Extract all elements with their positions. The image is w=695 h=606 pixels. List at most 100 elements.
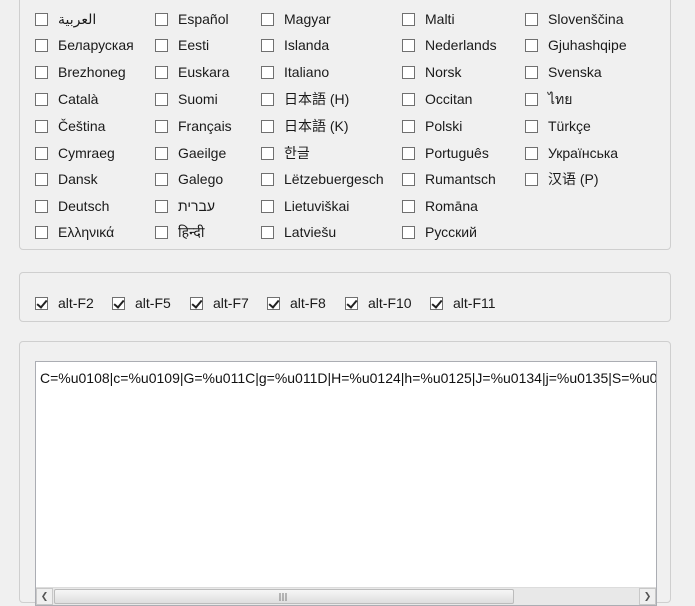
checkbox-language[interactable]: Eesti bbox=[155, 35, 209, 55]
checkbox-box-checked[interactable] bbox=[267, 296, 280, 310]
checkbox-box[interactable] bbox=[525, 146, 538, 160]
checkbox-language[interactable]: Italiano bbox=[261, 62, 329, 82]
mapping-text[interactable]: C=%u0108|c=%u0109|G=%u011C|g=%u011D|H=%u… bbox=[40, 370, 656, 386]
checkbox-box[interactable] bbox=[35, 119, 48, 133]
checkbox-box[interactable] bbox=[155, 92, 168, 106]
checkbox-box-checked[interactable] bbox=[430, 296, 443, 310]
checkbox-language[interactable]: Gaeilge bbox=[155, 143, 226, 163]
checkbox-box[interactable] bbox=[155, 38, 168, 52]
checkbox-language[interactable]: Ελληνικά bbox=[35, 222, 114, 242]
checkbox-box[interactable] bbox=[525, 12, 538, 26]
checkbox-alt-f10[interactable]: alt-F10 bbox=[345, 293, 412, 313]
checkbox-box[interactable] bbox=[402, 172, 415, 186]
checkbox-box[interactable] bbox=[35, 92, 48, 106]
checkbox-language[interactable]: Čeština bbox=[35, 116, 105, 136]
checkbox-language[interactable]: Українська bbox=[525, 143, 618, 163]
checkbox-language[interactable]: Gjuhashqipe bbox=[525, 35, 627, 55]
checkbox-box[interactable] bbox=[35, 38, 48, 52]
checkbox-language[interactable]: Brezhoneg bbox=[35, 62, 126, 82]
checkbox-language[interactable]: Nederlands bbox=[402, 35, 497, 55]
checkbox-box[interactable] bbox=[525, 38, 538, 52]
checkbox-box[interactable] bbox=[261, 146, 274, 160]
checkbox-box[interactable] bbox=[402, 38, 415, 52]
checkbox-box[interactable] bbox=[525, 172, 538, 186]
checkbox-language[interactable]: Deutsch bbox=[35, 196, 109, 216]
checkbox-box[interactable] bbox=[402, 65, 415, 79]
checkbox-box[interactable] bbox=[402, 199, 415, 213]
checkbox-language[interactable]: Polski bbox=[402, 116, 462, 136]
checkbox-box[interactable] bbox=[35, 65, 48, 79]
checkbox-box[interactable] bbox=[35, 146, 48, 160]
checkbox-language[interactable]: Lëtzebuergesch bbox=[261, 169, 384, 189]
checkbox-language[interactable]: Galego bbox=[155, 169, 223, 189]
checkbox-language[interactable]: 日本語 (K) bbox=[261, 116, 349, 136]
checkbox-alt-f8[interactable]: alt-F8 bbox=[267, 293, 326, 313]
checkbox-box[interactable] bbox=[155, 172, 168, 186]
checkbox-language[interactable]: 日本語 (H) bbox=[261, 89, 349, 109]
checkbox-box[interactable] bbox=[402, 119, 415, 133]
checkbox-language[interactable]: Svenska bbox=[525, 62, 602, 82]
checkbox-box[interactable] bbox=[261, 38, 274, 52]
checkbox-box-checked[interactable] bbox=[35, 296, 48, 310]
checkbox-language[interactable]: ไทย bbox=[525, 89, 572, 109]
checkbox-box[interactable] bbox=[261, 199, 274, 213]
checkbox-box[interactable] bbox=[525, 65, 538, 79]
checkbox-language[interactable]: Dansk bbox=[35, 169, 98, 189]
checkbox-box[interactable] bbox=[155, 146, 168, 160]
checkbox-language[interactable]: Islanda bbox=[261, 35, 329, 55]
scroll-right-icon[interactable]: ❯ bbox=[639, 588, 656, 605]
checkbox-language[interactable]: 한글 bbox=[261, 143, 310, 163]
checkbox-box[interactable] bbox=[402, 12, 415, 26]
checkbox-box-checked[interactable] bbox=[112, 296, 125, 310]
checkbox-language[interactable]: Magyar bbox=[261, 9, 331, 29]
checkbox-box[interactable] bbox=[525, 119, 538, 133]
checkbox-box[interactable] bbox=[155, 225, 168, 239]
checkbox-box[interactable] bbox=[402, 92, 415, 106]
checkbox-language[interactable]: Français bbox=[155, 116, 232, 136]
checkbox-language[interactable]: Slovenščina bbox=[525, 9, 624, 29]
checkbox-language[interactable]: Español bbox=[155, 9, 229, 29]
checkbox-alt-f7[interactable]: alt-F7 bbox=[190, 293, 249, 313]
checkbox-language[interactable]: Rumantsch bbox=[402, 169, 496, 189]
scroll-left-icon[interactable]: ❮ bbox=[36, 588, 53, 605]
checkbox-box[interactable] bbox=[261, 172, 274, 186]
checkbox-alt-f11[interactable]: alt-F11 bbox=[430, 293, 496, 313]
checkbox-box[interactable] bbox=[525, 92, 538, 106]
checkbox-language[interactable]: Occitan bbox=[402, 89, 472, 109]
checkbox-language[interactable]: Malti bbox=[402, 9, 455, 29]
checkbox-language[interactable]: Türkçe bbox=[525, 116, 591, 136]
checkbox-box[interactable] bbox=[261, 65, 274, 79]
checkbox-box[interactable] bbox=[402, 225, 415, 239]
checkbox-box[interactable] bbox=[155, 119, 168, 133]
checkbox-box[interactable] bbox=[155, 12, 168, 26]
checkbox-language[interactable]: Latviešu bbox=[261, 222, 336, 242]
checkbox-language[interactable]: 汉语 (P) bbox=[525, 169, 599, 189]
checkbox-alt-f2[interactable]: alt-F2 bbox=[35, 293, 94, 313]
checkbox-box[interactable] bbox=[261, 92, 274, 106]
checkbox-box[interactable] bbox=[155, 65, 168, 79]
checkbox-language[interactable]: עברית bbox=[155, 196, 215, 216]
checkbox-box[interactable] bbox=[261, 225, 274, 239]
checkbox-box-checked[interactable] bbox=[345, 296, 358, 310]
checkbox-language[interactable]: Беларуская bbox=[35, 35, 134, 55]
mapping-text-area[interactable]: C=%u0108|c=%u0109|G=%u011C|g=%u011D|H=%u… bbox=[35, 361, 657, 606]
checkbox-language[interactable]: Norsk bbox=[402, 62, 462, 82]
checkbox-box[interactable] bbox=[261, 119, 274, 133]
checkbox-language[interactable]: العربية bbox=[35, 9, 96, 29]
checkbox-language[interactable]: Русский bbox=[402, 222, 477, 242]
checkbox-box[interactable] bbox=[155, 199, 168, 213]
checkbox-box[interactable] bbox=[35, 199, 48, 213]
checkbox-box[interactable] bbox=[261, 12, 274, 26]
checkbox-box[interactable] bbox=[35, 12, 48, 26]
checkbox-language[interactable]: Català bbox=[35, 89, 98, 109]
checkbox-language[interactable]: Romāna bbox=[402, 196, 478, 216]
checkbox-box-checked[interactable] bbox=[190, 296, 203, 310]
checkbox-box[interactable] bbox=[35, 172, 48, 186]
checkbox-language[interactable]: Suomi bbox=[155, 89, 218, 109]
checkbox-box[interactable] bbox=[402, 146, 415, 160]
checkbox-language[interactable]: Euskara bbox=[155, 62, 229, 82]
checkbox-alt-f5[interactable]: alt-F5 bbox=[112, 293, 171, 313]
checkbox-box[interactable] bbox=[35, 225, 48, 239]
checkbox-language[interactable]: Cymraeg bbox=[35, 143, 115, 163]
checkbox-language[interactable]: Português bbox=[402, 143, 489, 163]
